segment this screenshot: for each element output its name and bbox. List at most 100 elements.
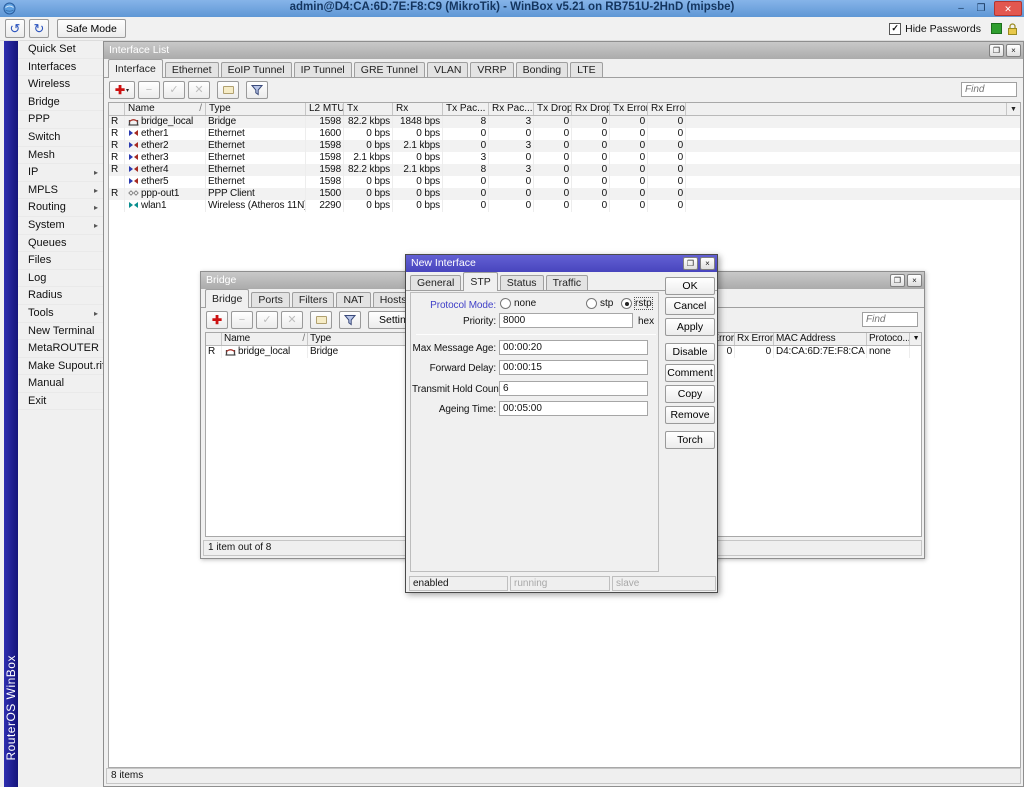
- sidebar-item-metarouter[interactable]: MetaROUTER: [18, 340, 103, 358]
- redo-button[interactable]: ↻: [29, 19, 49, 38]
- sidebar-item-log[interactable]: Log: [18, 270, 103, 288]
- sidebar-item-radius[interactable]: Radius: [18, 287, 103, 305]
- close-window-icon[interactable]: ×: [700, 257, 715, 270]
- remove-button[interactable]: Remove: [665, 406, 715, 424]
- interface-row-ppp-out1[interactable]: Rppp-out1PPP Client15000 bps0 bps000000: [109, 188, 1020, 200]
- sidebar-item-system[interactable]: System▸: [18, 217, 103, 235]
- copy-button[interactable]: Copy: [665, 385, 715, 403]
- minimize-button[interactable]: –: [954, 1, 968, 16]
- remove-button[interactable]: −: [138, 81, 160, 99]
- column-selector-icon[interactable]: ▼: [1006, 103, 1020, 115]
- restore-window-icon[interactable]: ❐: [890, 274, 905, 287]
- interface-row-ether3[interactable]: Rether3Ethernet15982.1 kbps0 bps300000: [109, 152, 1020, 164]
- sidebar-item-routing[interactable]: Routing▸: [18, 199, 103, 217]
- sidebar-item-exit[interactable]: Exit: [18, 393, 103, 411]
- ok-button[interactable]: OK: [665, 277, 715, 295]
- column-header-tx-pac[interactable]: Tx Pac...: [443, 103, 489, 115]
- interface-list-tab-ip-tunnel[interactable]: IP Tunnel: [294, 62, 352, 78]
- close-window-icon[interactable]: ×: [907, 274, 922, 287]
- sidebar-item-new-terminal[interactable]: New Terminal: [18, 323, 103, 341]
- column-header-type[interactable]: Type: [308, 333, 408, 345]
- filter-button[interactable]: [339, 311, 361, 329]
- column-header-rx-drops[interactable]: Rx Drops: [572, 103, 610, 115]
- sidebar-item-ip[interactable]: IP▸: [18, 164, 103, 182]
- sidebar-item-tools[interactable]: Tools▸: [18, 305, 103, 323]
- forward-delay-input[interactable]: [499, 360, 648, 375]
- comment-button[interactable]: Comment: [665, 364, 715, 382]
- torch-button[interactable]: Torch: [665, 431, 715, 449]
- apply-button[interactable]: Apply: [665, 318, 715, 336]
- interface-row-ether4[interactable]: Rether4Ethernet159882.2 kbps2.1 kbps8300…: [109, 164, 1020, 176]
- column-header-tx[interactable]: Tx: [344, 103, 393, 115]
- column-header-rx[interactable]: Rx: [393, 103, 443, 115]
- close-button[interactable]: ✕: [994, 1, 1022, 16]
- column-header-tx-drops[interactable]: Tx Drops: [534, 103, 572, 115]
- max-message-age-input[interactable]: [499, 340, 648, 355]
- sidebar-item-files[interactable]: Files: [18, 252, 103, 270]
- cancel-button[interactable]: Cancel: [665, 297, 715, 315]
- column-header-tx-errors[interactable]: Tx Errors: [610, 103, 648, 115]
- column-selector-icon[interactable]: ▼: [910, 333, 922, 345]
- restore-window-icon[interactable]: ❐: [683, 257, 698, 270]
- bridge-tab-ports[interactable]: Ports: [251, 292, 290, 308]
- find-input[interactable]: [961, 82, 1017, 97]
- maximize-button[interactable]: ❐: [974, 1, 988, 16]
- column-header-rx-errors[interactable]: Rx Errors: [735, 333, 774, 345]
- ageing-time-input[interactable]: [499, 401, 648, 416]
- interface-row-wlan1[interactable]: wlan1Wireless (Atheros 11N)22900 bps0 bp…: [109, 200, 1020, 212]
- add-button[interactable]: ✚: [206, 311, 228, 329]
- protocol-mode-radio-none[interactable]: none: [500, 298, 536, 309]
- transmit-hold-count-input[interactable]: [499, 381, 648, 396]
- close-window-icon[interactable]: ×: [1006, 44, 1021, 57]
- dialog-tab-status[interactable]: Status: [500, 275, 544, 291]
- interface-list-tab-ethernet[interactable]: Ethernet: [165, 62, 219, 78]
- remove-button[interactable]: −: [231, 311, 253, 329]
- bridge-tab-filters[interactable]: Filters: [292, 292, 335, 308]
- dialog-tab-traffic[interactable]: Traffic: [546, 275, 589, 291]
- sidebar-item-quick-set[interactable]: Quick Set: [18, 41, 103, 59]
- filter-button[interactable]: [246, 81, 268, 99]
- interface-list-tab-vlan[interactable]: VLAN: [427, 62, 468, 78]
- column-header-name[interactable]: Name/: [222, 333, 308, 345]
- sidebar-item-ppp[interactable]: PPP: [18, 111, 103, 129]
- interface-row-ether5[interactable]: ether5Ethernet15980 bps0 bps000000: [109, 176, 1020, 188]
- add-button[interactable]: ✚▾: [109, 81, 135, 99]
- hide-passwords-checkbox[interactable]: ✓: [889, 23, 901, 35]
- interface-list-titlebar[interactable]: Interface List ❐ ×: [104, 42, 1023, 59]
- interface-list-tab-gre-tunnel[interactable]: GRE Tunnel: [354, 62, 425, 78]
- enable-button[interactable]: ✓: [256, 311, 278, 329]
- sidebar-item-queues[interactable]: Queues: [18, 235, 103, 253]
- interface-row-ether1[interactable]: Rether1Ethernet16000 bps0 bps000000: [109, 128, 1020, 140]
- comment-button[interactable]: [310, 311, 332, 329]
- bridge-tab-nat[interactable]: NAT: [336, 292, 370, 308]
- column-header-rx-errors[interactable]: Rx Errors: [648, 103, 686, 115]
- sidebar-item-mpls[interactable]: MPLS▸: [18, 182, 103, 200]
- find-input[interactable]: [862, 312, 918, 327]
- sidebar-item-manual[interactable]: Manual: [18, 375, 103, 393]
- dialog-titlebar[interactable]: New Interface ❐ ×: [406, 255, 717, 272]
- sidebar-item-bridge[interactable]: Bridge: [18, 94, 103, 112]
- disable-button[interactable]: ✕: [281, 311, 303, 329]
- column-header-l2-mtu[interactable]: L2 MTU: [306, 103, 344, 115]
- interface-row-ether2[interactable]: Rether2Ethernet15980 bps2.1 kbps030000: [109, 140, 1020, 152]
- restore-window-icon[interactable]: ❐: [989, 44, 1004, 57]
- column-header-rx-pac[interactable]: Rx Pac...: [489, 103, 534, 115]
- sidebar-item-make-supout-rif[interactable]: Make Supout.rif: [18, 358, 103, 376]
- protocol-mode-radio-rstp[interactable]: rstp: [621, 298, 652, 309]
- disable-button[interactable]: ✕: [188, 81, 210, 99]
- interface-list-tab-interface[interactable]: Interface: [108, 59, 163, 78]
- safe-mode-button[interactable]: Safe Mode: [57, 19, 126, 38]
- priority-input[interactable]: [499, 313, 633, 328]
- column-header-name[interactable]: Name/: [125, 103, 206, 115]
- column-header-protoco[interactable]: Protoco...: [867, 333, 910, 345]
- enable-button[interactable]: ✓: [163, 81, 185, 99]
- undo-button[interactable]: ↺: [5, 19, 25, 38]
- column-header-type[interactable]: Type: [206, 103, 306, 115]
- dialog-tab-stp[interactable]: STP: [463, 272, 497, 291]
- app-titlebar[interactable]: admin@D4:CA:6D:7E:F8:C9 (MikroTik) - Win…: [0, 0, 1024, 17]
- sidebar-item-wireless[interactable]: Wireless: [18, 76, 103, 94]
- column-header-mac-address[interactable]: MAC Address: [774, 333, 867, 345]
- sidebar-item-mesh[interactable]: Mesh: [18, 147, 103, 165]
- dialog-tab-general[interactable]: General: [410, 275, 461, 291]
- comment-button[interactable]: [217, 81, 239, 99]
